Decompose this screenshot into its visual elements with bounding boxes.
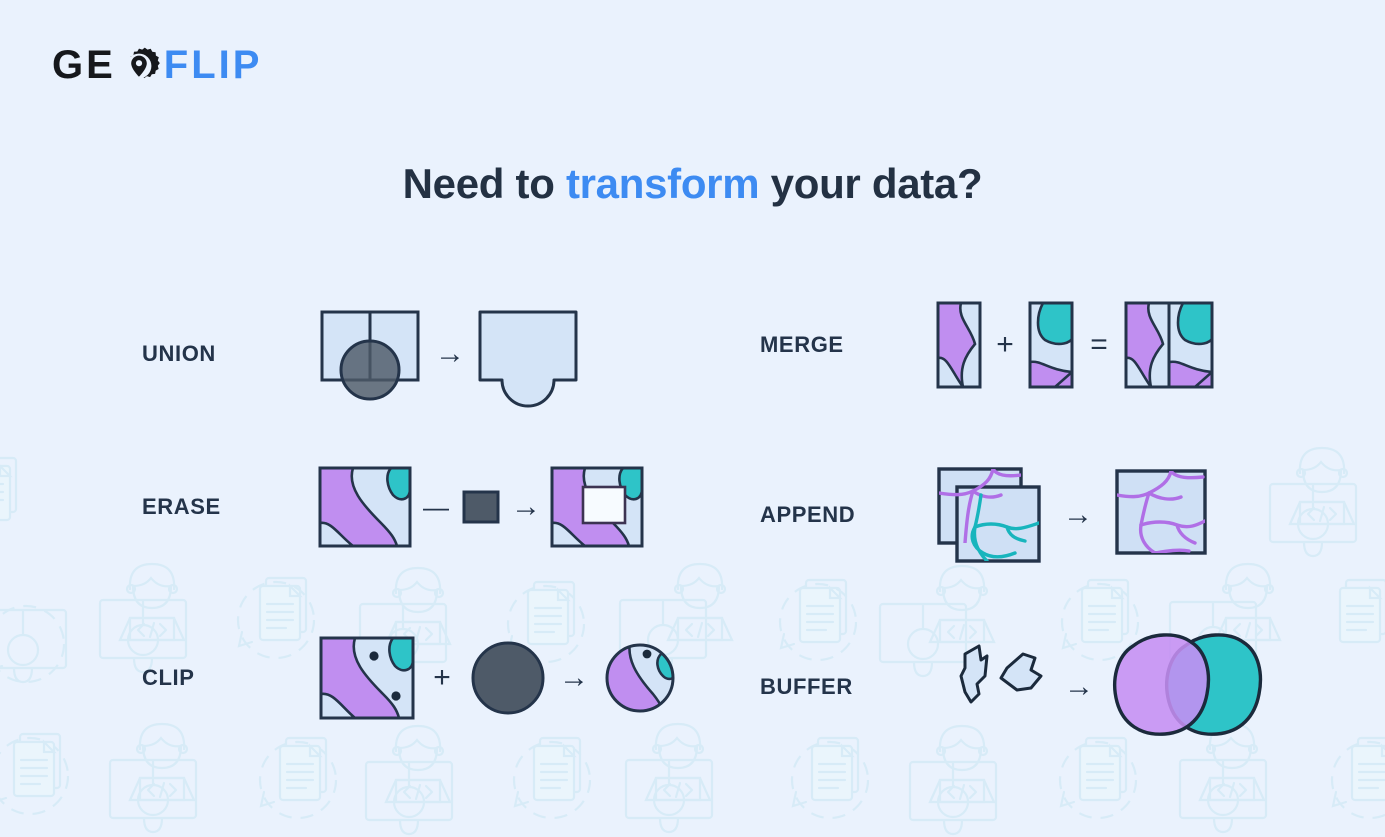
brand-name-flip: FLIP [163,43,263,87]
operation-figure-buffer: → [935,632,1267,742]
operation-label-append: APPEND [760,502,856,527]
operation-figure-erase: — → [317,465,645,549]
merge-input-tile-1 [936,301,982,389]
merge-input-tile-2 [1028,301,1074,389]
operation-label-merge: MERGE [760,332,844,357]
brand-logo[interactable]: GE FLIP [52,44,262,86]
equals-icon: = [1090,328,1108,361]
operation-figure-union: → [317,300,583,408]
operation-figure-clip: + → [317,632,681,724]
page-title: Need to transform your data? [0,160,1385,208]
operation-label-union: UNION [142,341,216,366]
operation-buffer: BUFFER → [760,632,1267,742]
buffer-blob-purple [1113,633,1211,736]
merge-output-diagram [1124,301,1214,389]
operation-append: APPEND → [760,465,1213,565]
operation-merge: MERGE + = [760,300,1215,390]
operation-label-clip: CLIP [142,665,195,690]
arrow-right-icon: → [1063,498,1093,531]
plus-icon: + [433,661,451,694]
operation-label-buffer: BUFFER [760,674,853,699]
arrow-right-icon: → [435,337,465,370]
operation-clip: CLIP + → [142,632,681,724]
buffer-input-polygons [959,644,1043,704]
headline-before: Need to [402,160,566,208]
union-output-diagram [478,310,578,408]
union-input-diagram [320,310,420,401]
operation-figure-append: → [935,465,1213,565]
arrow-right-icon: → [559,661,589,694]
clip-circle-mask [471,641,545,715]
brand-name-geo: GE [52,43,116,87]
operation-erase: ERASE — → [142,465,645,549]
erase-mask-rectangle [462,490,500,524]
erase-input-tile [318,466,412,548]
operation-union: UNION → [142,300,583,408]
minus-icon: — [423,492,449,522]
plus-icon: + [996,328,1014,361]
buffer-output-blobs [1113,633,1263,736]
headline-after: your data? [759,160,983,208]
buffer-polygon-2 [999,652,1043,692]
clip-output-circle [605,643,675,713]
headline-accent: transform [565,160,760,208]
clip-input-tile [319,636,415,720]
erase-output-tile [550,466,644,548]
gear-location-pin-icon [118,46,160,88]
operation-label-erase: ERASE [142,494,221,519]
append-output-tile [1115,469,1207,555]
arrow-right-icon: → [1064,670,1094,703]
append-input-tiles [937,467,1041,563]
operation-figure-merge: + = [935,300,1215,390]
buffer-polygon-1 [959,644,989,704]
arrow-right-icon: → [511,490,541,523]
